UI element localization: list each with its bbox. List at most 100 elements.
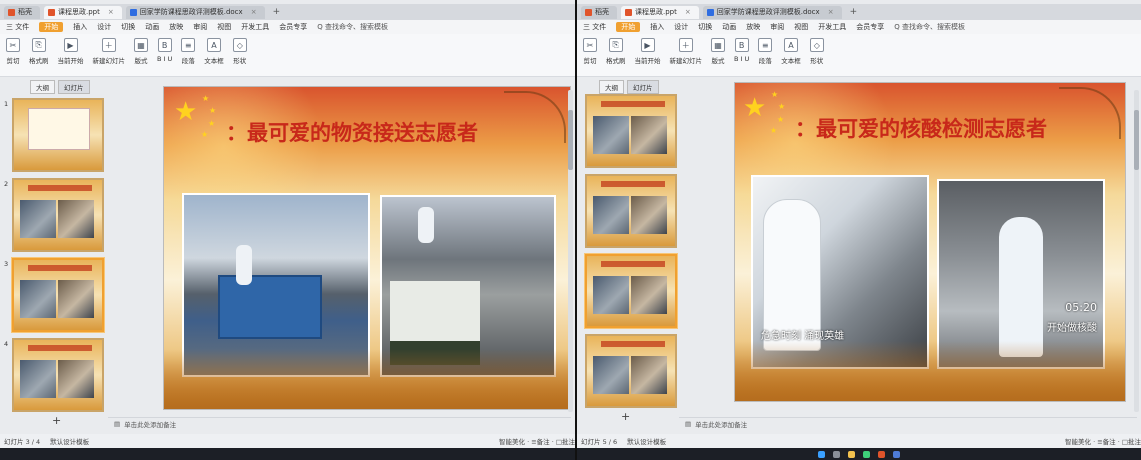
slide-thumb-2[interactable] (585, 94, 677, 168)
notes-pane[interactable]: ▤ 单击此处添加备注 (108, 417, 571, 430)
wps-window-right: 稻壳 课程思政.ppt × 回家学防课程思政评测模板.docx × + 三 文件 开… (577, 0, 1141, 460)
slide-thumb-4[interactable]: 4 (4, 338, 104, 412)
status-actions[interactable]: 智能美化 · ≡备注 · □批注 (1065, 436, 1141, 446)
menu-devtools[interactable]: 开发工具 (818, 22, 846, 32)
menu-slideshow[interactable]: 放映 (169, 22, 183, 32)
menu-slideshow[interactable]: 放映 (746, 22, 760, 32)
font-style-buttons[interactable]: BB I U (734, 38, 749, 63)
slide-thumb-3[interactable]: 3 (4, 258, 104, 332)
new-slide-button[interactable]: ＋新建幻灯片 (670, 38, 702, 65)
menu-design[interactable]: 设计 (97, 22, 111, 32)
close-icon[interactable]: × (108, 8, 114, 16)
tab-dake[interactable]: 稻壳 (581, 5, 617, 19)
thumb-cover (28, 108, 90, 150)
thumb-photo (593, 356, 629, 394)
layout-button[interactable]: ▦ 版式 (134, 38, 148, 65)
thumb-number: 4 (4, 340, 9, 348)
tab-ppt[interactable]: 课程思政.ppt × (44, 5, 122, 19)
close-icon[interactable]: × (828, 8, 834, 16)
taskbar (0, 448, 575, 460)
add-tab-icon[interactable]: + (846, 7, 862, 17)
slide-thumb-5[interactable] (585, 254, 677, 328)
plus-icon: ＋ (678, 38, 693, 52)
textbox-button[interactable]: A 文本框 (204, 38, 224, 65)
menu-start[interactable]: 开始 (616, 22, 641, 32)
star-icon: ★ (777, 115, 785, 124)
status-bar: 幻灯片 5 / 6 默认设计模板 智能美化 · ≡备注 · □批注 (577, 434, 1141, 448)
ribbon-toolbar: ✂ 剪切 ⎘ 格式刷 ▶ 当前开始 ＋新建幻灯片 ▦ 版式 BB I U ≡ 段落 A 文本… (577, 34, 1141, 77)
tricycle-shape (218, 275, 322, 339)
menu-start[interactable]: 开始 (39, 22, 64, 32)
status-actions[interactable]: 智能美化 · ≡备注 · □批注 (499, 436, 575, 446)
menu-file[interactable]: 三 文件 (583, 22, 606, 32)
shape-button[interactable]: ◇ 形状 (232, 38, 247, 65)
cut-button[interactable]: ✂ 剪切 (583, 38, 597, 65)
star-icon: ★ (201, 130, 209, 139)
font-style-buttons[interactable]: BB I U (157, 38, 172, 63)
textbox-button[interactable]: A 文本框 (781, 38, 801, 65)
close-icon[interactable]: × (251, 8, 257, 16)
tab-docx[interactable]: 回家学防课程思政评测模板.docx × (702, 5, 842, 19)
wps-icon[interactable] (878, 450, 885, 458)
paragraph-button[interactable]: ≡ 段落 (758, 38, 773, 65)
menu-transition[interactable]: 切换 (121, 22, 135, 32)
close-icon[interactable]: × (685, 8, 691, 16)
search-icon[interactable] (833, 450, 840, 458)
menu-animation[interactable]: 动画 (722, 22, 736, 32)
play-icon: ▶ (63, 38, 78, 52)
cut-button[interactable]: ✂ 剪切 (6, 38, 20, 65)
folder-icon[interactable] (848, 450, 855, 458)
slide-thumb-1[interactable]: 1 (4, 98, 104, 172)
notes-pane[interactable]: ▤ 单击此处添加备注 (679, 417, 1137, 430)
add-slide-icon[interactable]: + (621, 410, 630, 423)
tab-dake[interactable]: 稻壳 (4, 5, 40, 19)
star-icon: ★ (778, 102, 786, 111)
menu-member[interactable]: 会员专享 (856, 22, 884, 32)
thumb-photo (631, 356, 667, 394)
app-icon[interactable] (893, 450, 900, 458)
thumb-title (28, 265, 92, 271)
menu-devtools[interactable]: 开发工具 (241, 22, 269, 32)
add-tab-icon[interactable]: + (269, 7, 285, 17)
format-painter-button[interactable]: ⎘ 格式刷 (606, 38, 626, 65)
menu-insert[interactable]: 插入 (73, 22, 87, 32)
search-command[interactable]: Q 查找命令、搜索模板 (894, 22, 965, 32)
menu-view[interactable]: 视图 (794, 22, 808, 32)
scrollbar[interactable] (1134, 90, 1139, 412)
slide-thumbnails: + (577, 92, 682, 430)
search-command[interactable]: Q 查找命令、搜索模板 (317, 22, 388, 32)
menu-member[interactable]: 会员专享 (279, 22, 307, 32)
slide-thumb-2[interactable]: 2 (4, 178, 104, 252)
menu-review[interactable]: 审阅 (193, 22, 207, 32)
play-current-button[interactable]: ▶ 当前开始 (635, 38, 661, 65)
left-photo-panel: 稻壳 课程思政.ppt × 回家学防课程思政评测模板.docx × + 三 文件 开… (0, 0, 575, 460)
format-painter-button[interactable]: ⎘ 格式刷 (29, 38, 49, 65)
menu-transition[interactable]: 切换 (698, 22, 712, 32)
windows-start-icon[interactable] (818, 450, 825, 458)
layout-button[interactable]: ▦ 版式 (711, 38, 725, 65)
add-slide-icon[interactable]: + (52, 414, 61, 427)
scissors-icon: ✂ (583, 38, 597, 52)
tab-ppt[interactable]: 课程思政.ppt × (621, 5, 699, 19)
slide-canvas[interactable]: ★ ★ ★ ★ ★ ：最可爱的核酸检测志愿者 危急时刻 涌现英雄 05:20 开… (734, 82, 1126, 402)
tab-docx[interactable]: 回家学防课程思政评测模板.docx × (125, 5, 265, 19)
slide-canvas[interactable]: ★ ★ ★ ★ ★ ：最可爱的物资接送志愿者 (163, 86, 571, 410)
menu-design[interactable]: 设计 (674, 22, 688, 32)
thumb-photo (593, 196, 629, 234)
slide-thumb-6[interactable] (585, 334, 677, 408)
menu-view[interactable]: 视图 (217, 22, 231, 32)
menu-bar: 三 文件 开始 插入 设计 切换 动画 放映 审阅 视图 开发工具 会员专享 Q… (0, 20, 575, 34)
new-slide-button[interactable]: ＋新建幻灯片 (93, 38, 125, 65)
scrollbar[interactable] (568, 90, 573, 412)
play-current-button[interactable]: ▶ 当前开始 (58, 38, 84, 65)
shape-button[interactable]: ◇ 形状 (809, 38, 824, 65)
paragraph-button[interactable]: ≡ 段落 (181, 38, 196, 65)
menu-file[interactable]: 三 文件 (6, 22, 29, 32)
taskbar (577, 448, 1141, 460)
menu-animation[interactable]: 动画 (145, 22, 159, 32)
star-icon: ★ (209, 106, 217, 115)
slide-thumb-3[interactable] (585, 174, 677, 248)
menu-review[interactable]: 审阅 (770, 22, 784, 32)
menu-insert[interactable]: 插入 (650, 22, 664, 32)
browser-icon[interactable] (863, 450, 870, 458)
